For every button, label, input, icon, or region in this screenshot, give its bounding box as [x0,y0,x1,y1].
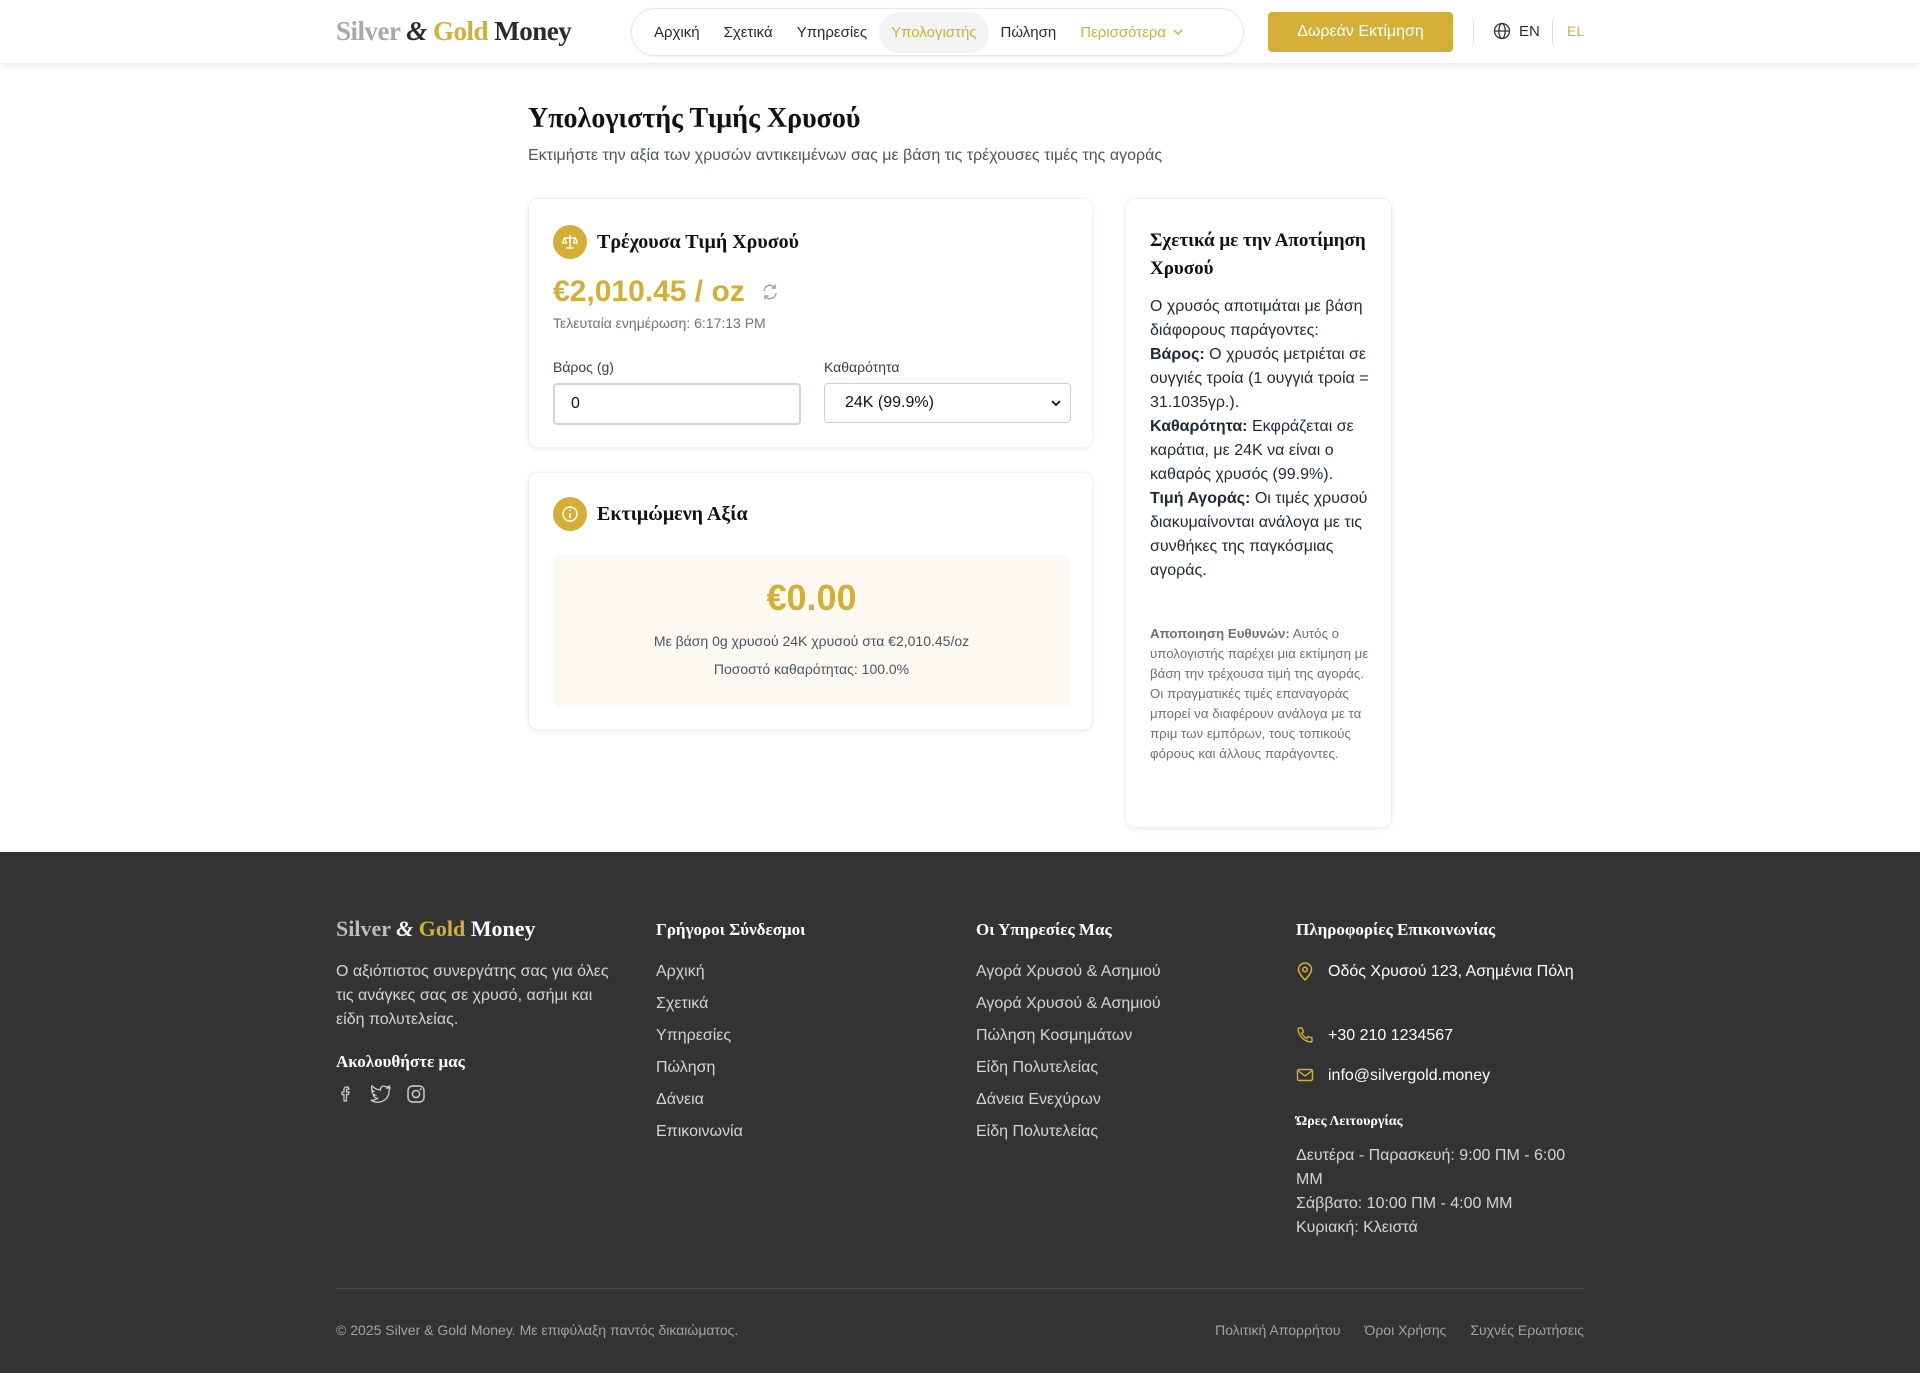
nav-item-services[interactable]: Υπηρεσίες [785,12,879,53]
purity-select[interactable]: 24K (99.9%) [824,383,1071,423]
estimate-card-header: Εκτιμώμενη Αξία [553,497,748,531]
nav-item-home[interactable]: Αρχική [642,12,712,53]
instagram-icon[interactable] [406,1084,426,1104]
footer-divider [336,1288,1584,1289]
contact-heading: Πληροφορίες Επικοινωνίας [1296,920,1496,939]
page-title: Υπολογιστής Τιμής Χρυσού [528,103,861,134]
valuation-info-body: Ο χρυσός αποτιμάται με βάση διάφορους πα… [1150,295,1372,583]
social-links [336,1084,426,1104]
footer-description: Ο αξιόπιστος συνεργάτης σας για όλες τις… [336,963,609,1028]
follow-us-heading: Ακολουθήστε μας [336,1052,465,1071]
free-estimate-button[interactable]: Δωρεάν Εκτίμηση [1268,12,1453,52]
footer-logo[interactable]: Silver & Gold Money [336,916,535,942]
disclaimer-term: Αποποιηση Ευθυνών: [1150,626,1290,641]
estimated-value-card: Εκτιμώμενη Αξία €0.00 Με βάση 0g χρυσού … [528,472,1093,730]
valuation-info-title: Σχετικά με την Αποτίμηση Χρυσού [1150,230,1366,279]
scale-icon [553,225,587,259]
refresh-icon[interactable] [761,283,779,301]
contact-phone[interactable]: +30 210 1234567 [1296,1024,1453,1048]
nav-item-about[interactable]: Σχετικά [712,12,785,53]
nav-item-sell[interactable]: Πώληση [989,12,1069,53]
twitter-icon[interactable] [370,1084,392,1104]
nav-item-calculator[interactable]: Υπολογιστής [879,11,989,53]
footer-link-home[interactable]: Αρχική [656,960,743,992]
contact-address: Οδός Χρυσού 123, Ασημένια Πόλη [1296,960,1586,984]
copyright-text: © 2025 Silver & Gold Money. Με επιφύλαξη… [336,1322,739,1338]
phone-icon [1297,1027,1313,1043]
footer-link-contact[interactable]: Επικοινωνία [656,1120,743,1152]
price-card-header: Τρέχουσα Τιμή Χρυσού [553,225,799,259]
purity-selected-value: 24K (99.9%) [845,394,934,411]
footer-service-link[interactable]: Πώληση Κοσμημάτων [976,1024,1161,1056]
footer-bottom-links: Πολιτική Απορρήτου Όροι Χρήσης Συχνές Ερ… [1215,1322,1584,1338]
purity-term: Καθαρότητα: [1150,418,1248,435]
privacy-policy-link[interactable]: Πολιτική Απορρήτου [1215,1322,1340,1338]
terms-of-use-link[interactable]: Όροι Χρήσης [1365,1322,1447,1338]
info-icon [553,497,587,531]
language-switcher-el[interactable]: EL [1567,23,1584,39]
footer-service-link[interactable]: Είδη Πολυτελείας [976,1056,1161,1088]
email-text: info@silvergold.money [1328,1067,1491,1084]
lang-divider [1552,21,1553,43]
lang-en-label: EN [1519,22,1540,40]
language-switcher-en[interactable]: EN [1493,22,1540,40]
footer-link-loans[interactable]: Δάνεια [656,1088,743,1120]
opening-hours-heading: Ώρες Λειτουργίας [1296,1114,1403,1129]
last-updated-text: Τελευταία ενημέρωση: 6:17:13 PM [553,315,766,331]
contact-email[interactable]: info@silvergold.money [1296,1064,1490,1088]
footer-service-link[interactable]: Δάνεια Ενεχύρων [976,1088,1161,1120]
gold-price-display: €2,010.45 / oz [553,275,779,309]
valuation-intro: Ο χρυσός αποτιμάται με βάση διάφορους πα… [1150,298,1363,339]
purity-percentage-text: Ποσοστό καθαρότητας: 100.0% [713,661,910,677]
facebook-icon[interactable] [336,1084,356,1104]
footer-link-sell[interactable]: Πώληση [656,1056,743,1088]
quick-links-list: Αρχική Σχετικά Υπηρεσίες Πώληση Δάνεια Ε… [656,960,743,1152]
hours-weekdays: Δευτέρα - Παρασκευή: 9:00 ΠΜ - 6:00 ΜΜ [1296,1147,1566,1188]
estimated-value: €0.00 [766,577,857,618]
site-header: Silver & Gold Money Αρχική Σχετικά Υπηρε… [0,0,1920,64]
services-list: Αγορά Χρυσού & Ασημιού Αγορά Χρυσού & Ασ… [976,960,1161,1152]
globe-icon [1493,22,1511,40]
header-divider [1473,21,1474,43]
purity-label: Καθαρότητα [824,359,900,375]
price-card-title: Τρέχουσα Τιμή Χρυσού [597,230,799,253]
disclaimer-text: Αυτός ο υπολογιστής παρέχει μια εκτίμηση… [1150,626,1369,761]
footer-link-services[interactable]: Υπηρεσίες [656,1024,743,1056]
estimate-result-box: €0.00 Με βάση 0g χρυσού 24K χρυσού στα €… [553,555,1070,707]
quick-links-heading: Γρήγοροι Σύνδεσμοι [656,920,806,939]
footer-service-link[interactable]: Αγορά Χρυσού & Ασημιού [976,992,1161,1024]
mail-icon [1296,1068,1314,1082]
estimate-card-title: Εκτιμώμενη Αξία [597,502,748,525]
nav-item-more[interactable]: Περισσότερα [1068,12,1196,53]
chevron-down-icon [1051,400,1061,407]
footer-service-link[interactable]: Είδη Πολυτελείας [976,1120,1161,1152]
estimate-basis-text: Με βάση 0g χρυσού 24K χρυσού στα €2,010.… [653,633,970,649]
valuation-info-card: Σχετικά με την Αποτίμηση Χρυσού Ο χρυσός… [1125,198,1392,828]
address-text: Οδός Χρυσού 123, Ασημένια Πόλη [1328,963,1574,980]
brand-logo[interactable]: Silver & Gold Money [336,16,572,47]
services-heading: Οι Υπηρεσίες Μας [976,920,1112,939]
main-nav: Αρχική Σχετικά Υπηρεσίες Υπολογιστής Πώλ… [631,8,1244,56]
nav-more-label: Περισσότερα [1080,23,1167,41]
hours-sunday: Κυριακή: Κλειστά [1296,1219,1418,1236]
market-term: Τιμή Αγοράς: [1150,490,1251,507]
footer-link-about[interactable]: Σχετικά [656,992,743,1024]
hours-saturday: Σάββατο: 10:00 ΠΜ - 4:00 ΜΜ [1296,1195,1513,1212]
phone-text: +30 210 1234567 [1328,1027,1454,1044]
page-subtitle: Εκτιμήστε την αξία των χρυσών αντικειμέν… [528,147,1163,164]
weight-label: Βάρος (g) [553,359,614,375]
chevron-down-icon [1173,29,1183,36]
gold-price-card: Τρέχουσα Τιμή Χρυσού €2,010.45 / oz Τελε… [528,198,1093,448]
map-pin-icon [1297,962,1313,982]
weight-input[interactable]: 0 [553,383,801,425]
faq-link[interactable]: Συχνές Ερωτήσεις [1470,1322,1584,1338]
site-footer: Silver & Gold Money Ο αξιόπιστος συνεργά… [0,852,1920,1373]
gold-price-value: €2,010.45 / oz [553,275,745,308]
opening-hours: Δευτέρα - Παρασκευή: 9:00 ΠΜ - 6:00 ΜΜ Σ… [1296,1144,1586,1240]
weight-term: Βάρος: [1150,346,1205,363]
disclaimer: Αποποιηση Ευθυνών: Αυτός ο υπολογιστής π… [1150,624,1372,764]
footer-service-link[interactable]: Αγορά Χρυσού & Ασημιού [976,960,1161,992]
